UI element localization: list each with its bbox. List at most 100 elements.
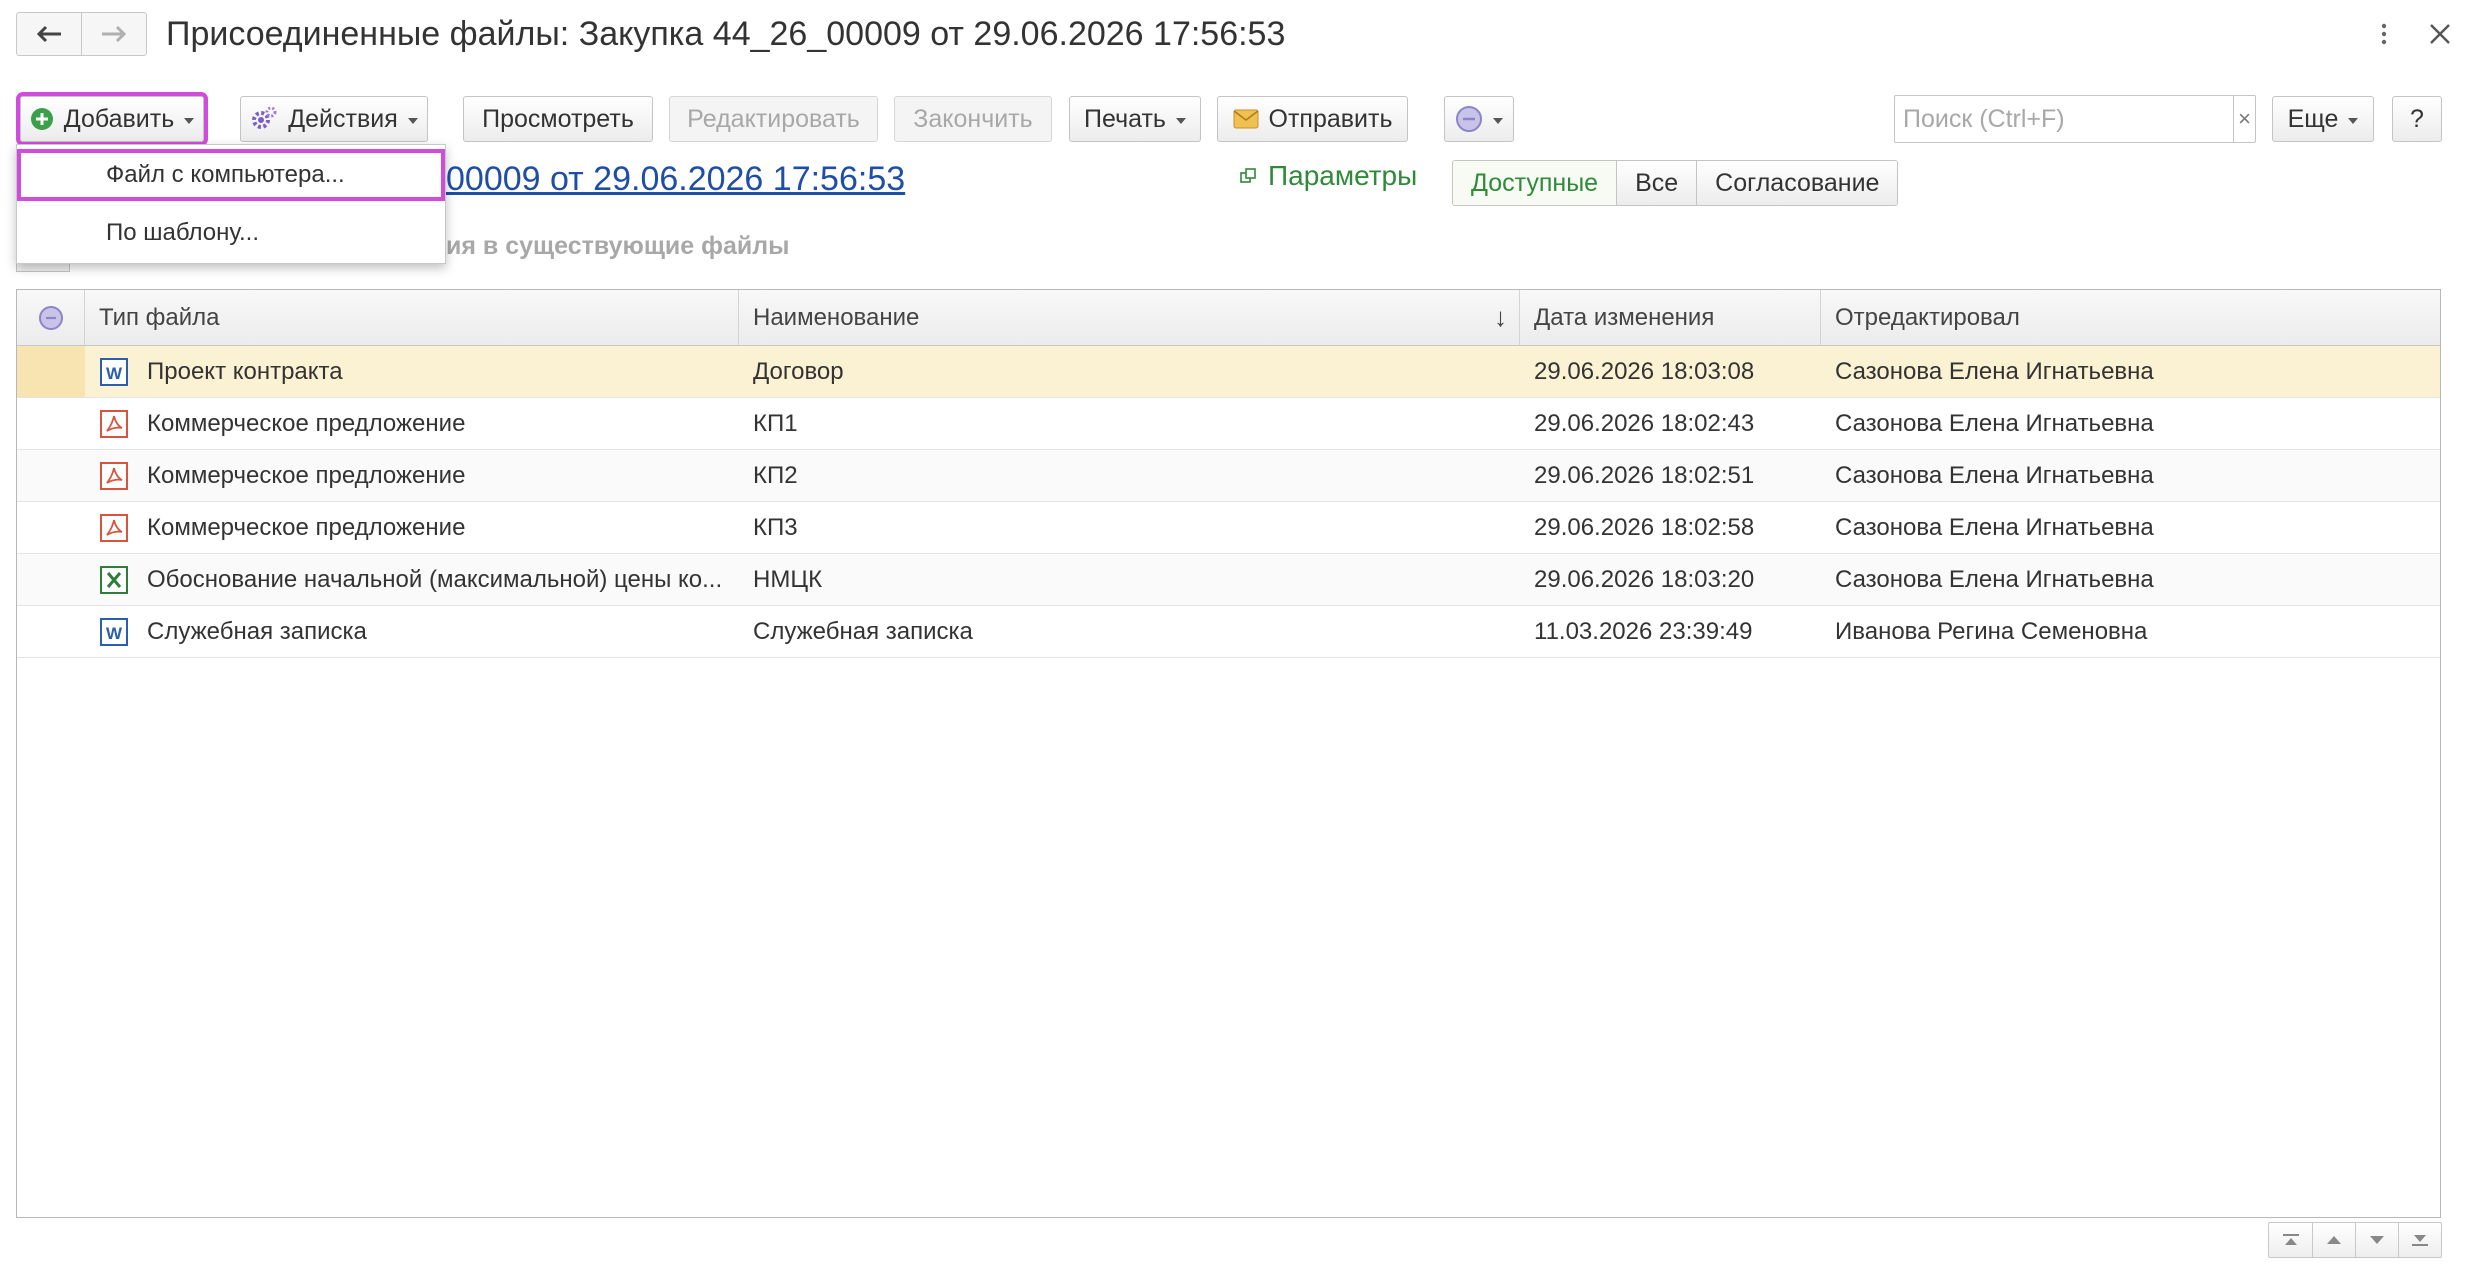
file-filter-tabs: Доступные Все Согласование xyxy=(1452,160,1899,206)
to-top-icon xyxy=(2282,1234,2299,1245)
page-title: Присоединенные файлы: Закупка 44_26_0000… xyxy=(166,15,1286,53)
search-input[interactable] xyxy=(1895,96,2233,142)
file-type-label: Коммерческое предложение xyxy=(147,513,466,541)
table-row[interactable]: W Проект контракта Договор 29.06.2026 18:03… xyxy=(17,346,2440,398)
editor-cell: Сазонова Елена Игнатьевна xyxy=(1835,513,2154,541)
finish-button[interactable]: Закончить xyxy=(894,96,1052,142)
file-name-cell: Служебная записка xyxy=(753,617,973,645)
filter-approval[interactable]: Согласование xyxy=(1696,161,1898,205)
column-header-type[interactable]: Тип файла xyxy=(85,290,739,345)
edit-existing-files-hint: ия в существующие файлы xyxy=(446,232,790,260)
file-name-cell: КП3 xyxy=(753,513,798,541)
row-status-cell xyxy=(17,502,85,553)
chevron-down-icon xyxy=(2370,1236,2384,1244)
back-button[interactable] xyxy=(17,13,81,55)
status-circle-icon xyxy=(38,305,63,330)
table-row[interactable]: Обоснование начальной (максимальной) цен… xyxy=(17,554,2440,606)
status-filter-button[interactable] xyxy=(1444,96,1514,142)
parameters-link[interactable]: Параметры xyxy=(1240,160,1417,192)
finish-button-label: Закончить xyxy=(913,104,1033,133)
file-name-cell: Договор xyxy=(753,357,844,385)
svg-text:W: W xyxy=(106,364,123,383)
table-row[interactable]: Коммерческое предложение КП2 29.06.2026 18… xyxy=(17,450,2440,502)
sort-descending-icon: ↓ xyxy=(1494,302,1507,332)
word-icon: W xyxy=(99,617,129,647)
owner-link[interactable]: 00009 от 29.06.2026 17:56:53 xyxy=(446,160,905,199)
view-button[interactable]: Просмотреть xyxy=(463,96,653,142)
excel-icon xyxy=(99,565,129,595)
modified-date-cell: 29.06.2026 18:02:58 xyxy=(1534,513,1755,541)
status-circle-icon xyxy=(1455,105,1483,133)
editor-cell: Сазонова Елена Игнатьевна xyxy=(1835,409,2154,437)
status-column-header[interactable] xyxy=(17,290,85,345)
filter-all[interactable]: Все xyxy=(1616,161,1697,205)
file-type-label: Служебная записка xyxy=(147,617,367,645)
table-body: W Проект контракта Договор 29.06.2026 18:03… xyxy=(17,346,2440,658)
clear-search-button[interactable]: × xyxy=(2233,96,2255,142)
send-button[interactable]: Отправить xyxy=(1217,96,1408,142)
file-type-cell: Обоснование начальной (максимальной) цен… xyxy=(85,554,739,605)
file-name-cell: НМЦК xyxy=(753,565,823,593)
scroll-down-button[interactable] xyxy=(2355,1223,2398,1257)
file-type-label: Коммерческое предложение xyxy=(147,409,466,437)
external-window-icon xyxy=(1240,168,1256,184)
table-row[interactable]: W Служебная записка Служебная записка 11.03… xyxy=(17,606,2440,658)
add-menu: Файл с компьютера... По шаблону... xyxy=(16,144,446,264)
table-row[interactable]: Коммерческое предложение КП1 29.06.2026 18… xyxy=(17,398,2440,450)
menu-item-from-template[interactable]: По шаблону... xyxy=(17,207,445,259)
more-button-label: Еще xyxy=(2287,104,2339,133)
print-button[interactable]: Печать xyxy=(1069,96,1201,142)
column-header-name-label: Наименование xyxy=(753,303,920,331)
close-icon[interactable] xyxy=(2424,18,2456,50)
arrow-right-icon xyxy=(102,25,127,43)
add-button[interactable]: Добавить xyxy=(16,92,208,146)
svg-text:W: W xyxy=(106,624,123,643)
file-name-cell: КП2 xyxy=(753,461,798,489)
filter-available[interactable]: Доступные xyxy=(1453,161,1617,205)
modified-date-cell: 29.06.2026 18:03:20 xyxy=(1534,565,1755,593)
add-button-label: Добавить xyxy=(63,104,175,133)
menu-item-file-from-computer[interactable]: Файл с компьютера... xyxy=(17,149,445,201)
file-type-cell: Коммерческое предложение xyxy=(85,450,739,501)
arrow-left-icon xyxy=(36,25,61,43)
more-button[interactable]: Еще xyxy=(2272,96,2374,142)
files-table: Тип файла Наименование ↓ Дата изменения … xyxy=(16,289,2441,1218)
search-field: × xyxy=(1894,95,2256,143)
column-header-date[interactable]: Дата изменения xyxy=(1520,290,1821,345)
scroll-up-button[interactable] xyxy=(2312,1223,2355,1257)
modified-date-cell: 29.06.2026 18:02:43 xyxy=(1534,409,1755,437)
list-scroll-controls xyxy=(2268,1222,2442,1258)
chevron-down-icon xyxy=(407,118,418,124)
scroll-to-bottom-button[interactable] xyxy=(2398,1223,2441,1257)
forward-button[interactable] xyxy=(81,13,146,55)
plus-circle-icon xyxy=(30,107,54,131)
more-vertical-icon[interactable] xyxy=(2368,18,2400,50)
file-type-cell: W Проект контракта xyxy=(85,346,739,397)
editor-cell: Иванова Регина Семеновна xyxy=(1835,617,2148,645)
actions-button-label: Действия xyxy=(288,104,398,133)
column-header-editor[interactable]: Отредактировал xyxy=(1821,290,2440,345)
file-type-cell: W Служебная записка xyxy=(85,606,739,657)
table-row[interactable]: Коммерческое предложение КП3 29.06.2026 18… xyxy=(17,502,2440,554)
actions-button[interactable]: Действия xyxy=(240,96,428,142)
view-button-label: Просмотреть xyxy=(482,104,634,133)
modified-date-cell: 29.06.2026 18:02:51 xyxy=(1534,461,1755,489)
scroll-to-top-button[interactable] xyxy=(2269,1223,2312,1257)
row-status-cell xyxy=(17,346,85,397)
editor-cell: Сазонова Елена Игнатьевна xyxy=(1835,461,2154,489)
row-status-cell xyxy=(17,398,85,449)
print-button-label: Печать xyxy=(1084,104,1166,133)
row-status-cell xyxy=(17,450,85,501)
word-icon: W xyxy=(99,357,129,387)
editor-cell: Сазонова Елена Игнатьевна xyxy=(1835,357,2154,385)
chevron-down-icon xyxy=(1493,118,1503,124)
edit-button[interactable]: Редактировать xyxy=(669,96,878,142)
editor-cell: Сазонова Елена Игнатьевна xyxy=(1835,565,2154,593)
help-button[interactable]: ? xyxy=(2392,96,2442,142)
column-header-name[interactable]: Наименование ↓ xyxy=(739,290,1520,345)
gears-icon xyxy=(250,105,278,133)
file-type-label: Проект контракта xyxy=(147,357,343,385)
edit-button-label: Редактировать xyxy=(687,104,860,133)
file-type-label: Коммерческое предложение xyxy=(147,461,466,489)
table-header: Тип файла Наименование ↓ Дата изменения … xyxy=(17,290,2440,346)
